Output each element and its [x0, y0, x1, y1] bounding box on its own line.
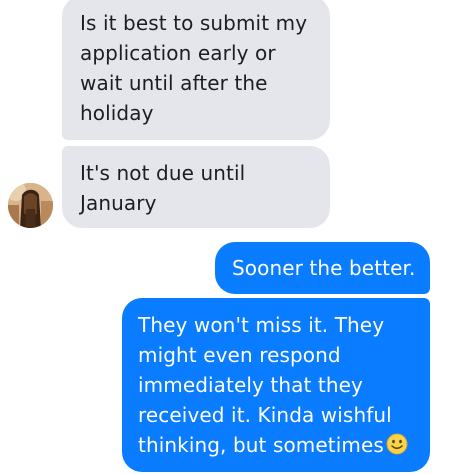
outgoing-message-bubble[interactable]: They won't miss it. They might even resp… — [122, 298, 430, 472]
message-text: It's not due until January — [80, 161, 246, 215]
contact-avatar[interactable] — [8, 183, 53, 228]
outgoing-message-bubble[interactable]: Sooner the better. — [215, 242, 430, 294]
avatar-photo — [8, 183, 53, 228]
message-text: They won't miss it. They might even resp… — [138, 310, 413, 460]
slightly-smiling-face-icon — [386, 433, 408, 455]
message-text: Is it best to submit my application earl… — [80, 11, 308, 125]
incoming-message-bubble[interactable]: It's not due until January — [62, 146, 330, 228]
incoming-message-bubble[interactable]: Is it best to submit my application earl… — [62, 0, 330, 140]
message-text: Sooner the better. — [232, 256, 416, 280]
message-text-body: They won't miss it. They might even resp… — [138, 313, 392, 457]
